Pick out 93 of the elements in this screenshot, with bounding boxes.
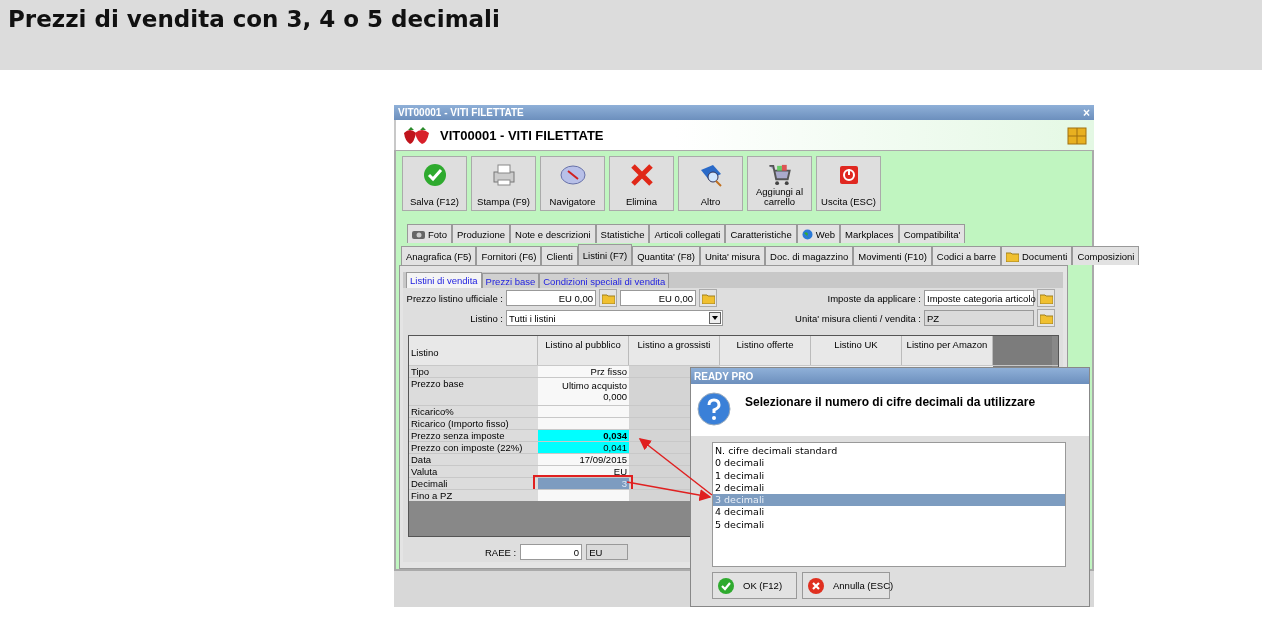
dialog-title: READY PRO bbox=[691, 368, 1089, 384]
caret-icon bbox=[709, 312, 721, 324]
row-label: Ricarico% bbox=[409, 406, 538, 417]
table-cell[interactable]: EU bbox=[538, 466, 629, 477]
strawberries-icon bbox=[402, 125, 432, 145]
tab[interactable]: Produzione bbox=[452, 224, 511, 243]
toolbar-button[interactable]: Elimina bbox=[609, 156, 674, 211]
tab[interactable]: Anagrafica (F5) bbox=[401, 246, 477, 265]
toolbar-button[interactable]: Uscita (ESC) bbox=[816, 156, 881, 211]
toolbar-button[interactable]: Altro bbox=[678, 156, 743, 211]
list-item[interactable]: N. cifre decimali standard bbox=[713, 445, 1065, 458]
column-header: Listino per Amazon bbox=[902, 336, 993, 365]
tab[interactable]: Markplaces bbox=[840, 224, 899, 243]
subtab[interactable]: Listini di vendita bbox=[406, 272, 482, 288]
row-label: Data bbox=[409, 454, 538, 465]
folder-button[interactable] bbox=[599, 289, 617, 307]
field-label: Listino : bbox=[469, 312, 503, 324]
globe-icon bbox=[801, 228, 813, 240]
list-item[interactable]: 1 decimali bbox=[713, 469, 1065, 482]
list-item[interactable]: 4 decimali bbox=[713, 506, 1065, 519]
window-title: VIT00001 - VITI FILETTATE bbox=[398, 107, 525, 118]
folder-button[interactable] bbox=[1037, 289, 1055, 307]
field-label: Unita' misura clienti / vendita : bbox=[795, 312, 921, 324]
tab[interactable]: Movimenti (F10) bbox=[853, 246, 932, 265]
tab[interactable]: Quantita' (F8) bbox=[632, 246, 700, 265]
toolbar-button[interactable]: Stampa (F9) bbox=[471, 156, 536, 211]
tab[interactable]: Codici a barre bbox=[931, 246, 1001, 265]
list-item[interactable]: 5 decimali bbox=[713, 518, 1065, 532]
listino-dropdown[interactable]: Tutti i listini bbox=[506, 310, 723, 326]
field-label: RAEE : bbox=[485, 546, 517, 558]
tab[interactable]: Foto bbox=[407, 224, 452, 243]
subtab[interactable]: Condizioni speciali di vendita bbox=[539, 273, 670, 288]
raee-field[interactable]: 0 bbox=[520, 544, 583, 560]
tab[interactable]: Unita' misura bbox=[699, 246, 766, 265]
toolbar-button[interactable]: Navigatore bbox=[540, 156, 605, 211]
field-label: Imposte da applicare : bbox=[827, 292, 921, 304]
table-cell[interactable] bbox=[538, 406, 629, 417]
table-cell[interactable] bbox=[538, 490, 629, 501]
unit-field: PZ bbox=[924, 310, 1034, 326]
tab[interactable]: Documenti bbox=[1001, 246, 1073, 265]
subtab[interactable]: Prezzi base bbox=[481, 273, 540, 288]
table-cell[interactable]: 0,034 bbox=[538, 430, 629, 441]
compass-icon bbox=[558, 162, 587, 188]
tab[interactable]: Web bbox=[796, 224, 841, 243]
tab[interactable]: Statistiche bbox=[595, 224, 650, 243]
check-icon bbox=[717, 576, 735, 595]
tab[interactable]: Caratteristiche bbox=[725, 224, 797, 243]
row-label: Prezzo base bbox=[409, 378, 538, 405]
row-label: Fino a PZ bbox=[409, 490, 538, 501]
row-label: Valuta bbox=[409, 466, 538, 477]
row-label: Prezzo senza imposte bbox=[409, 430, 538, 441]
field-label: Prezzo listino ufficiale : bbox=[405, 292, 503, 304]
tab[interactable]: Compatibilita' bbox=[898, 224, 966, 243]
column-header: Listino UK bbox=[811, 336, 902, 365]
list-item[interactable]: 2 decimali bbox=[713, 481, 1065, 495]
price-field[interactable]: EU 0,00 bbox=[506, 290, 596, 306]
toolbar-button[interactable]: Salva (F12) bbox=[402, 156, 467, 211]
column-header: Listino bbox=[409, 336, 538, 365]
tab[interactable]: Listini (F7) bbox=[577, 244, 633, 265]
cross-icon bbox=[807, 576, 825, 595]
list-item[interactable]: 0 decimali bbox=[713, 457, 1065, 470]
page-title: Prezzi di vendita con 3, 4 o 5 decimali bbox=[8, 6, 500, 32]
tab[interactable]: Note e descrizioni bbox=[510, 224, 596, 243]
table-cell[interactable]: Ultimo acquisto 0,000 bbox=[538, 378, 629, 405]
tab[interactable]: Fornitori (F6) bbox=[476, 246, 542, 265]
dialog-button[interactable]: OK (F12) bbox=[712, 572, 797, 599]
table-cell[interactable]: 0,041 bbox=[538, 442, 629, 453]
column-header: Listino a grossisti bbox=[629, 336, 720, 365]
folder-button[interactable] bbox=[1037, 309, 1055, 327]
currency-field: EU bbox=[586, 544, 629, 560]
price-field[interactable]: EU 0,00 bbox=[620, 290, 696, 306]
taxes-field[interactable]: Imposte categoria articolo bbox=[924, 290, 1034, 306]
row-label: Tipo bbox=[409, 366, 538, 377]
column-header: Listino offerte bbox=[720, 336, 811, 365]
table-cell[interactable]: 17/09/2015 bbox=[538, 454, 629, 465]
table-cell[interactable]: Prz fisso bbox=[538, 366, 629, 377]
question-icon bbox=[697, 392, 731, 426]
tab[interactable]: Clienti bbox=[541, 246, 578, 265]
row-label: Decimali bbox=[409, 478, 538, 489]
tab[interactable]: Doc. di magazzino bbox=[765, 246, 854, 265]
boxes-icon bbox=[1066, 124, 1088, 146]
tab[interactable]: Composizioni bbox=[1072, 246, 1140, 265]
camera-icon bbox=[412, 229, 425, 239]
row-label: Ricarico (Importo fisso) bbox=[409, 418, 538, 429]
folder-button[interactable] bbox=[699, 289, 717, 307]
toolbar-button[interactable]: Aggiungi al carrello bbox=[747, 156, 812, 211]
dialog-question: Selezionare il numero di cifre decimali da utilizzare bbox=[745, 395, 1036, 409]
column-header: Listino al pubblico bbox=[538, 336, 629, 365]
folder-icon bbox=[1006, 250, 1019, 262]
tab[interactable]: Articoli collegati bbox=[649, 224, 726, 243]
row-label: Prezzo con imposte (22%) bbox=[409, 442, 538, 453]
table-cell[interactable] bbox=[538, 418, 629, 429]
record-title: VIT00001 - VITI FILETTATE bbox=[440, 127, 605, 143]
